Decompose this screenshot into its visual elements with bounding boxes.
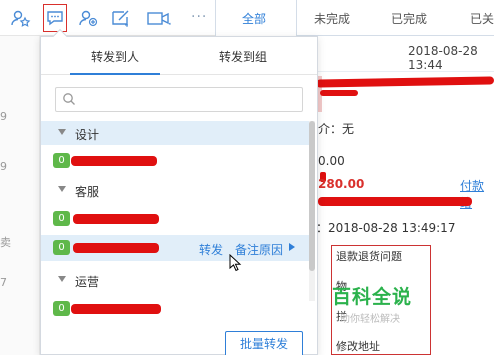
detail-amount: 0.00: [318, 154, 345, 168]
collapse-triangle-icon: [58, 186, 66, 192]
count-badge: 0: [53, 301, 70, 316]
chat-forward-icon[interactable]: [43, 4, 67, 32]
left-sidebar: 9 9 卖 7: [0, 36, 40, 355]
contact-row[interactable]: 0: [41, 149, 309, 173]
top-toolbar: ···: [0, 0, 215, 36]
forward-popup: 转发到人 转发到组 设计 0 客服 0 0 转发 备注原因 运营 0 批量转发: [40, 28, 318, 355]
group-header-design[interactable]: 设计: [41, 121, 309, 145]
group-header-service[interactable]: 客服: [41, 178, 309, 202]
redaction-mark: [73, 214, 159, 224]
detail-label: 介：无: [318, 122, 355, 136]
collapse-triangle-icon: [58, 129, 66, 135]
detail-time: ：2018-08-28 13:49:17: [316, 221, 456, 235]
tab-complete[interactable]: 已完成: [391, 10, 427, 27]
left-fragment: 9: [0, 160, 7, 173]
add-contact-icon[interactable]: [77, 8, 99, 28]
tab-incomplete[interactable]: 未完成: [314, 10, 350, 27]
redaction-mark: [73, 243, 159, 253]
redaction-mark: [71, 304, 161, 314]
video-icon[interactable]: [145, 8, 173, 28]
more-icon[interactable]: ···: [191, 9, 207, 25]
watermark: 百科全说 助你轻松解决: [332, 282, 412, 325]
left-fragment: 卖: [0, 236, 11, 249]
menu-item-refund[interactable]: 退款退货问题: [336, 248, 402, 264]
tab-all[interactable]: 全部: [242, 10, 266, 27]
scrollbar[interactable]: [309, 121, 315, 301]
collapse-triangle-icon: [58, 276, 66, 282]
group-name: 设计: [75, 128, 100, 142]
divider: [312, 71, 494, 72]
bulk-forward-button[interactable]: 批量转发: [225, 331, 303, 355]
left-fragment: 7: [0, 276, 7, 289]
status-tabs: 全部 未完成 已完成 已关: [215, 0, 494, 36]
tab-forward-to-group[interactable]: 转发到组: [219, 48, 267, 65]
contact-row[interactable]: 0: [41, 207, 309, 231]
redaction-mark: [320, 90, 358, 96]
menu-item-edit-address[interactable]: 修改地址: [336, 338, 380, 354]
redaction-mark: [71, 156, 157, 166]
contact-row-selected[interactable]: 0 转发 备注原因: [41, 235, 309, 261]
count-badge: 0: [53, 153, 70, 168]
group-header-operations[interactable]: 运营: [41, 268, 309, 292]
forward-action[interactable]: 转发: [199, 241, 223, 258]
group-name: 客服: [75, 185, 100, 199]
star-person-icon[interactable]: [10, 8, 32, 28]
mouse-cursor-icon: [229, 254, 242, 272]
order-price: 280.00: [318, 177, 365, 191]
popup-tabs: 转发到人 转发到组: [41, 37, 317, 75]
watermark-title: 百科全说: [332, 286, 413, 308]
search-input[interactable]: [55, 87, 303, 112]
watermark-subtitle: 助你轻松解决: [340, 314, 400, 325]
contact-row[interactable]: 0: [41, 297, 309, 321]
tab-closed[interactable]: 已关: [470, 10, 494, 27]
left-fragment: 9: [0, 110, 7, 123]
redaction-mark: [315, 76, 494, 88]
count-badge: 0: [53, 211, 70, 226]
search-icon: [63, 93, 75, 105]
redaction-mark: [318, 197, 472, 206]
group-name: 运营: [75, 275, 100, 289]
active-tab-underline: [70, 73, 160, 75]
tab-forward-to-person[interactable]: 转发到人: [91, 48, 139, 65]
count-badge: 0: [53, 240, 70, 255]
scrollbar-thumb[interactable]: [309, 121, 315, 271]
edit-box-icon[interactable]: [110, 8, 132, 28]
order-date: 2018-08-28 13:44: [408, 44, 478, 72]
arrow-right-icon[interactable]: [289, 243, 295, 251]
